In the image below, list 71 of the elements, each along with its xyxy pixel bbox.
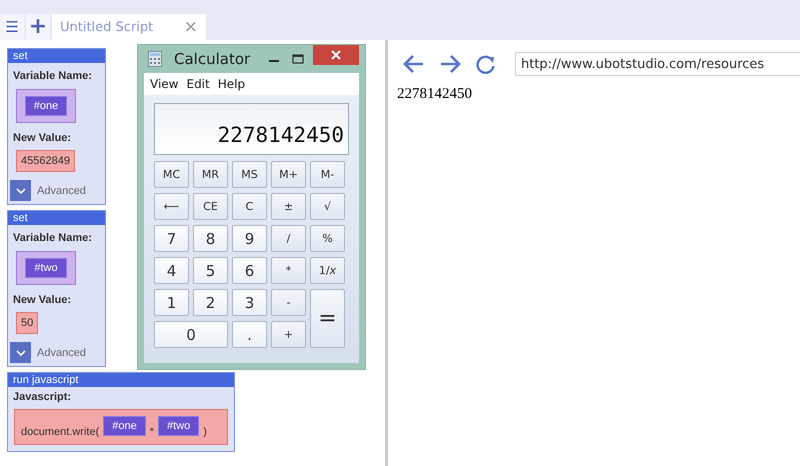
variable-slot[interactable]: #one xyxy=(16,89,76,123)
field-label: Variable Name: xyxy=(12,69,93,84)
forward-arrow-icon[interactable] xyxy=(439,54,461,74)
code-text: ) xyxy=(203,426,207,438)
calculator-key[interactable]: % xyxy=(310,225,345,252)
calculator-key[interactable]: 0 xyxy=(154,321,228,348)
code-text: document.write( xyxy=(21,426,100,438)
calculator-key[interactable]: 5 xyxy=(193,257,228,284)
variable-chip[interactable]: #one xyxy=(24,96,68,116)
variable-chip[interactable]: #one xyxy=(103,416,146,436)
calculator-key[interactable]: MS xyxy=(232,161,267,188)
calculator-key[interactable]: / xyxy=(271,225,306,252)
calculator-key[interactable]: √ xyxy=(310,193,345,220)
menu-item[interactable]: Edit xyxy=(186,77,210,91)
advanced-toggle[interactable]: Advanced xyxy=(37,346,86,358)
close-icon[interactable] xyxy=(330,49,342,61)
advanced-toggle[interactable]: Advanced xyxy=(37,184,86,196)
calculator-key[interactable]: MR xyxy=(193,161,228,188)
chevron-icon[interactable] xyxy=(10,180,31,201)
calculator-key[interactable]: 6 xyxy=(232,257,267,284)
calculator-key[interactable]: CE xyxy=(193,193,228,220)
chevron-icon[interactable] xyxy=(10,342,31,363)
field-label: New Value: xyxy=(12,293,72,308)
block-title: set xyxy=(8,211,105,225)
menu-button[interactable]: ☰ xyxy=(0,14,24,40)
block-title: run javascript xyxy=(8,373,234,387)
calculator-key[interactable]: 4 xyxy=(154,257,189,284)
variable-slot[interactable]: #two xyxy=(16,251,76,285)
calculator-key[interactable]: 7 xyxy=(154,225,189,252)
calculator-key[interactable]: MC xyxy=(154,161,189,188)
calculator-key[interactable]: ± xyxy=(271,193,306,220)
calculator-key[interactable]: 8 xyxy=(193,225,228,252)
window-title: Calculator xyxy=(174,50,252,68)
menu-item[interactable]: Help xyxy=(218,77,246,91)
calculator-key[interactable]: M- xyxy=(310,161,345,188)
back-arrow-icon[interactable] xyxy=(403,54,425,74)
page-text: 2278142450 xyxy=(396,85,472,103)
calculator-key[interactable]: 2 xyxy=(193,289,228,316)
calculator-icon xyxy=(148,51,162,67)
javascript-block[interactable]: run javascript Javascript: document.write( #one * #two ) xyxy=(7,372,235,452)
calculator-key[interactable]: * xyxy=(271,257,306,284)
code-field[interactable]: document.write( #one * #two ) xyxy=(14,409,228,445)
calculator-key[interactable]: 9 xyxy=(232,225,267,252)
refresh-icon[interactable] xyxy=(475,54,497,74)
menu-item[interactable]: View xyxy=(150,77,178,91)
calculator-key[interactable]: 1 xyxy=(154,289,189,316)
calculator-key[interactable]: . xyxy=(232,321,267,348)
field-label: Variable Name: xyxy=(12,231,93,246)
close-button[interactable] xyxy=(313,45,359,65)
field-label: Javascript: xyxy=(12,390,72,405)
calculator-key[interactable]: + xyxy=(271,321,306,348)
calculator-key[interactable]: C xyxy=(232,193,267,220)
url-field[interactable]: http://www.ubotstudio.com/resources xyxy=(515,52,800,76)
set-block[interactable]: set Variable Name: #two New Value: 50 Advanced xyxy=(7,210,106,367)
value-field[interactable]: 45562849 xyxy=(16,150,75,172)
calculator-key[interactable]: = xyxy=(310,289,345,348)
code-text: * xyxy=(150,426,154,438)
field-label: New Value: xyxy=(12,131,72,146)
set-block[interactable]: set Variable Name: #one New Value: 45562849 Advanced xyxy=(7,48,106,205)
maximize-icon[interactable] xyxy=(292,53,304,65)
calculator-key[interactable]: M+ xyxy=(271,161,306,188)
variable-chip[interactable]: #two xyxy=(25,258,67,278)
calculator-key[interactable]: ⟵ xyxy=(154,193,189,220)
new-tab-button[interactable]: + xyxy=(26,14,50,40)
block-title: set xyxy=(8,49,105,63)
calculator-display: 2278142450 xyxy=(154,103,349,155)
calculator-key[interactable]: - xyxy=(271,289,306,316)
variable-chip[interactable]: #two xyxy=(158,416,200,436)
calculator-key[interactable]: 3 xyxy=(232,289,267,316)
value-field[interactable]: 50 xyxy=(16,312,38,334)
calculator-key[interactable]: 1/x xyxy=(310,257,345,284)
